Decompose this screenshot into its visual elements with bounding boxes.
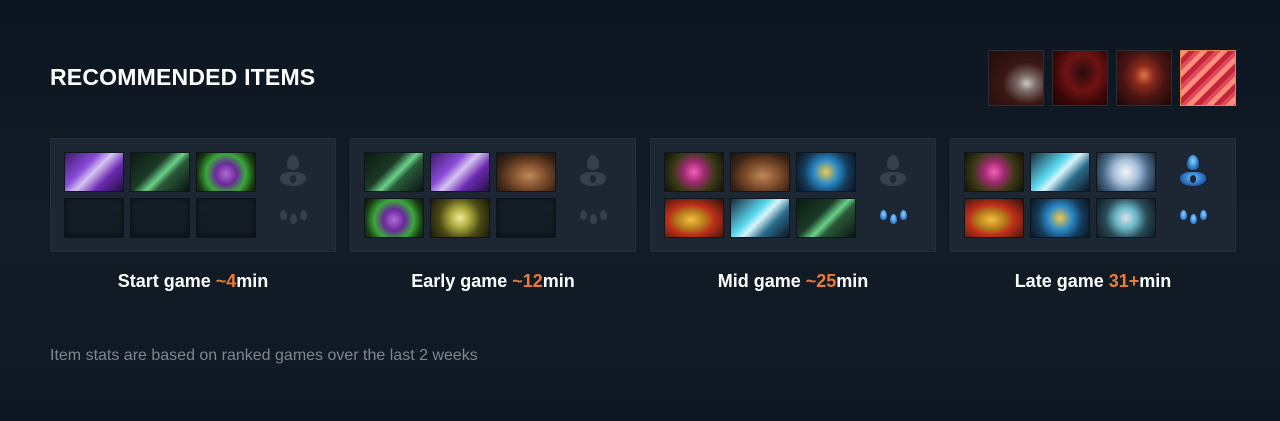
stats-footnote: Item stats are based on ranked games ove… (50, 347, 478, 364)
phase-name: Start game (117, 271, 216, 291)
neutral-item-icon (1178, 154, 1208, 190)
phase-unit: min (1139, 271, 1172, 291)
section-title: RECOMMENDED ITEMS (50, 64, 316, 90)
neutral-enchant-icon (1178, 198, 1208, 234)
recommended-items-section: RECOMMENDED ITEMS Start game ~4min Early… (0, 0, 1280, 421)
hero-skill-1-icon[interactable] (988, 50, 1044, 106)
golden-helm-item-icon[interactable] (964, 198, 1024, 238)
phase-name: Mid game (717, 271, 806, 291)
phase-time: ~12 (512, 271, 543, 291)
boots-item-icon[interactable] (496, 152, 556, 192)
neutral-enchant-icon (878, 198, 908, 234)
phase-early-game: Early game ~12min (350, 138, 636, 292)
item-slots (364, 152, 556, 238)
phase-unit: min (542, 271, 575, 291)
gold-ring-item-icon[interactable] (796, 152, 856, 192)
phase-name: Early game (411, 271, 513, 291)
item-slots (964, 152, 1156, 238)
neutral-enchant-icon (578, 198, 608, 234)
empty-item-slot (196, 198, 256, 238)
phase-label: Start game ~4min (50, 270, 336, 292)
phase-time: 31+ (1108, 271, 1140, 291)
phase-mid-game: Mid game ~25min (650, 138, 936, 292)
orb-item-icon[interactable] (664, 152, 724, 192)
vortex-item-icon[interactable] (430, 198, 490, 238)
neutral-item-icon (578, 154, 608, 190)
neutral-enchant-icon (278, 198, 308, 234)
skull-item-icon[interactable] (1096, 198, 1156, 238)
item-slots (664, 152, 856, 238)
item-slots (64, 152, 256, 238)
phase-time: ~25 (805, 271, 837, 291)
item-panel (350, 138, 636, 252)
phase-unit: min (836, 271, 869, 291)
hero-skill-2-icon[interactable] (1052, 50, 1108, 106)
item-panel (650, 138, 936, 252)
empty-item-slot (130, 198, 190, 238)
phase-start-game: Start game ~4min (50, 138, 336, 292)
wind-item-icon[interactable] (1096, 152, 1156, 192)
item-phases: Start game ~4min Early game ~12min Mid g… (50, 138, 1236, 292)
blade-item-icon[interactable] (730, 198, 790, 238)
crystal-item-icon[interactable] (430, 152, 490, 192)
empty-item-slot (496, 198, 556, 238)
phase-label: Late game 31+min (950, 270, 1236, 292)
potion-item-icon[interactable] (196, 152, 256, 192)
phase-time: ~4 (215, 271, 237, 291)
hero-skills (988, 50, 1236, 106)
boots-item-icon[interactable] (730, 152, 790, 192)
item-panel (50, 138, 336, 252)
wand-item-icon[interactable] (364, 152, 424, 192)
phase-unit: min (236, 271, 269, 291)
wand-item-icon[interactable] (130, 152, 190, 192)
phase-label: Mid game ~25min (650, 270, 936, 292)
item-panel (950, 138, 1236, 252)
potion-item-icon[interactable] (364, 198, 424, 238)
crystal-item-icon[interactable] (64, 152, 124, 192)
gold-ring-item-icon[interactable] (1030, 198, 1090, 238)
neutral-item-icon (878, 154, 908, 190)
wand-item-icon[interactable] (796, 198, 856, 238)
golden-helm-item-icon[interactable] (664, 198, 724, 238)
neutral-item-icon (278, 154, 308, 190)
hero-skill-3-icon[interactable] (1116, 50, 1172, 106)
orb-item-icon[interactable] (964, 152, 1024, 192)
phase-name: Late game (1014, 271, 1109, 291)
blade-item-icon[interactable] (1030, 152, 1090, 192)
hero-skill-4-icon[interactable] (1180, 50, 1236, 106)
phase-late-game: Late game 31+min (950, 138, 1236, 292)
phase-label: Early game ~12min (350, 270, 636, 292)
empty-item-slot (64, 198, 124, 238)
